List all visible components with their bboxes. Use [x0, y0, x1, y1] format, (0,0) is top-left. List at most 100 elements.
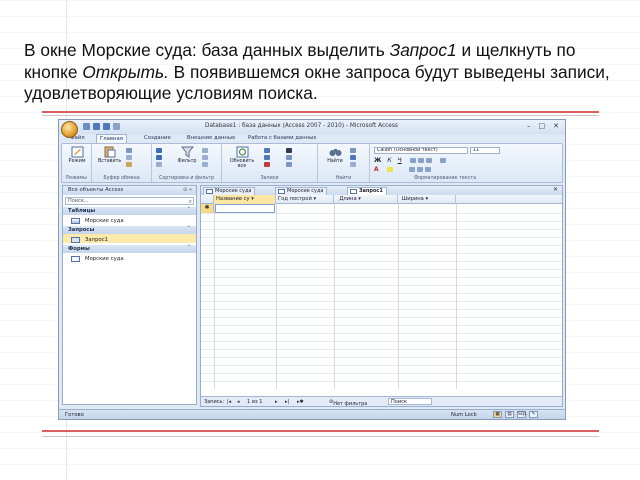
doc-tab-table[interactable]: Морские суда	[203, 187, 256, 195]
totals-icon[interactable]	[286, 148, 292, 153]
record-search-input[interactable]: Поиск	[388, 398, 432, 405]
more-icon[interactable]	[286, 162, 292, 167]
find-button[interactable]: Найти	[324, 146, 346, 164]
nav-section-forms[interactable]: Формы ˄	[63, 245, 196, 253]
select-all-corner[interactable]	[201, 195, 214, 204]
minimize-button[interactable]: –	[527, 122, 531, 130]
font-color-icon[interactable]: A	[374, 166, 379, 173]
new-record-row[interactable]: ✱	[201, 204, 562, 213]
alt-row-icon[interactable]	[424, 167, 431, 172]
file-menu-button[interactable]	[61, 121, 78, 138]
bold-icon[interactable]: Ж	[374, 157, 381, 164]
ribbon: Режим Режимы Вставить Буфер обмена Фильт…	[61, 143, 563, 183]
no-filter-button[interactable]: ⊘ Нет фильтра	[329, 399, 367, 407]
view-button[interactable]: Режим	[66, 146, 88, 164]
align-left-icon[interactable]	[409, 158, 416, 163]
next-record-icon[interactable]: ▸	[275, 399, 278, 405]
slide-caption: В окне Морские суда: база данных выделит…	[24, 40, 624, 105]
column-divider	[334, 204, 335, 389]
font-name-select[interactable]: Calibri (Основной текст)	[374, 147, 468, 154]
clipboard-small-buttons	[126, 148, 132, 167]
nav-section-tables[interactable]: Таблицы ˄	[63, 207, 196, 215]
toggle-filter-icon[interactable]	[202, 162, 208, 167]
format-painter-icon[interactable]	[126, 162, 132, 167]
align-center-icon[interactable]	[417, 158, 424, 163]
replace-icon[interactable]	[350, 148, 356, 153]
view-switcher: ▦ ▤ SQL ✎	[493, 411, 538, 418]
tab-home[interactable]: Главная	[96, 134, 127, 143]
undo-icon[interactable]	[93, 123, 100, 130]
nav-pane-collapse-icon[interactable]: ⊙ «	[183, 187, 192, 193]
advanced-filter-icon[interactable]	[202, 155, 208, 160]
nav-pane-header[interactable]: Все объекты Access ⊙ «	[63, 186, 196, 195]
column-header-year[interactable]: Год построй ▾	[276, 195, 334, 204]
tab-create[interactable]: Создание	[141, 134, 174, 143]
sort-small-buttons	[156, 148, 162, 167]
copy-icon[interactable]	[126, 155, 132, 160]
last-record-icon[interactable]: ▸|	[285, 399, 289, 405]
save-icon[interactable]	[83, 123, 90, 130]
column-header-length[interactable]: Длина ▾	[334, 195, 398, 204]
record-position[interactable]: 1 из 1	[247, 399, 262, 405]
new-record-icon[interactable]	[264, 148, 270, 153]
active-cell[interactable]	[215, 204, 275, 213]
gridlines-icon[interactable]	[408, 167, 415, 172]
paste-button[interactable]: Вставить	[98, 146, 122, 164]
fill-color-icon[interactable]	[416, 167, 423, 172]
list-icon[interactable]	[439, 158, 446, 163]
selection-filter-icon[interactable]	[202, 148, 208, 153]
slide: В окне Морские суда: база данных выделит…	[0, 0, 640, 480]
customize-qat-icon[interactable]	[113, 123, 120, 130]
save-record-icon[interactable]	[264, 155, 270, 160]
search-icon[interactable]: ⌕	[189, 198, 192, 206]
select-icon[interactable]	[350, 162, 356, 167]
first-record-icon[interactable]: |◂	[227, 399, 231, 405]
nav-item-label: Морские суда	[85, 217, 124, 224]
nav-item-query-zapros1[interactable]: Запрос1	[63, 234, 196, 243]
column-header-width[interactable]: Ширина ▾	[398, 195, 456, 204]
row-selector-new[interactable]: ✱	[201, 204, 214, 213]
close-button[interactable]: ✕	[553, 122, 559, 130]
refresh-all-button[interactable]: Обновить все	[228, 146, 256, 169]
filter-button[interactable]: Фильтр	[176, 146, 198, 164]
tab-database-tools[interactable]: Работа с базами данных	[245, 134, 319, 143]
record-navigator: Запись: |◂ ◂ 1 из 1 ▸ ▸| ▸✱ ⊘ Нет фильтр…	[201, 396, 562, 407]
nav-item-table-morskie-suda[interactable]: Морские суда	[63, 215, 196, 224]
goto-icon[interactable]	[350, 155, 356, 160]
italic-icon[interactable]: К	[387, 157, 391, 164]
highlight-icon[interactable]	[386, 167, 393, 172]
paste-button-label: Вставить	[98, 159, 122, 164]
clear-sort-icon[interactable]	[156, 162, 162, 167]
underline-icon[interactable]: Ч	[398, 157, 402, 164]
prev-record-icon[interactable]: ◂	[237, 399, 240, 405]
nav-pane-title: Все объекты Access	[68, 187, 124, 193]
sort-ascending-icon[interactable]	[156, 148, 162, 153]
close-document-icon[interactable]: ✕	[553, 186, 558, 193]
datasheet-view-icon[interactable]: ▦	[493, 411, 502, 418]
nav-item-form-morskie-suda[interactable]: Морские суда	[63, 253, 196, 262]
spelling-icon[interactable]	[286, 155, 292, 160]
table-icon	[206, 189, 213, 194]
divider-top-thin	[42, 115, 599, 116]
cut-icon[interactable]	[126, 148, 132, 153]
redo-icon[interactable]	[103, 123, 110, 130]
sort-descending-icon[interactable]	[156, 155, 162, 160]
delete-record-icon[interactable]	[264, 162, 270, 167]
column-header-label: Название су	[216, 196, 250, 202]
doc-tab-form[interactable]: Морские суда	[275, 187, 328, 195]
nav-section-queries[interactable]: Запросы ˄	[63, 226, 196, 234]
doc-tab-query[interactable]: Запрос1	[347, 187, 387, 195]
align-right-icon[interactable]	[425, 158, 432, 163]
column-header-name[interactable]: Название су ▾	[214, 195, 276, 204]
sql-view-icon[interactable]: SQL	[517, 411, 527, 418]
nav-search-input[interactable]: Поиск... ⌕	[65, 197, 194, 205]
status-bar: Готово Num Lock ▦ ▤ SQL ✎	[59, 409, 565, 419]
find-button-label: Найти	[327, 159, 343, 164]
maximize-button[interactable]: □	[539, 122, 546, 130]
new-record-nav-icon[interactable]: ▸✱	[297, 399, 304, 405]
pivot-view-icon[interactable]: ▤	[505, 411, 514, 418]
font-size-select[interactable]: 11	[470, 147, 500, 154]
design-view-icon[interactable]: ✎	[529, 411, 538, 418]
tab-external-data[interactable]: Внешние данные	[184, 134, 238, 143]
view-icon	[71, 146, 83, 158]
